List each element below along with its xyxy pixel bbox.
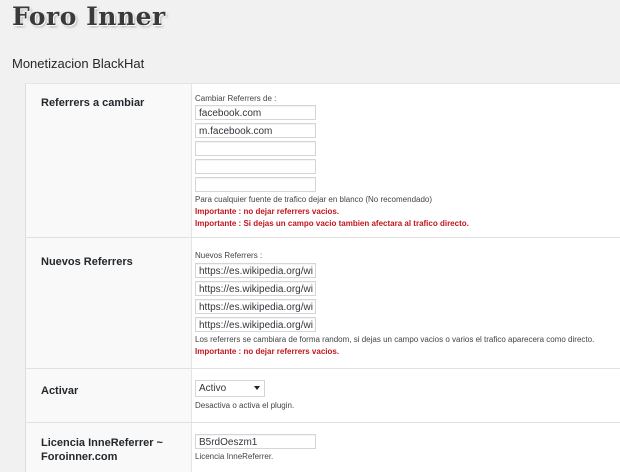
referrer-input-3[interactable] (195, 141, 316, 156)
page-heading: Monetizacion BlackHat (12, 56, 145, 71)
new-referrer-input-1[interactable]: https://es.wikipedia.org/wi (195, 263, 316, 278)
row-label-cell: Nuevos Referrers (26, 238, 192, 368)
row-label-cell: Referrers a cambiar (26, 84, 192, 237)
referrer-input-2[interactable]: m.facebook.com (195, 123, 316, 138)
license-row: Licencia InneReferrer ~ Foroinner.com B5… (26, 423, 620, 472)
row-label-cell: Licencia InneReferrer ~ Foroinner.com (26, 423, 192, 472)
license-label: Licencia InneReferrer ~ Foroinner.com (41, 437, 163, 463)
activate-field-cell: Activo Desactiva o activa el plugin. (195, 369, 620, 422)
activate-select[interactable]: Activo (195, 380, 265, 397)
activate-select-value: Activo (199, 383, 227, 394)
row-label-cell: Activar (26, 369, 192, 422)
new-referrers-row: Nuevos Referrers Nuevos Referrers : http… (26, 238, 620, 369)
referrer-input-5[interactable] (195, 177, 316, 192)
referrers-field-cell: Cambiar Referrers de : facebook.com m.fa… (195, 84, 620, 237)
referrers-row: Referrers a cambiar Cambiar Referrers de… (26, 84, 620, 238)
chevron-down-icon (254, 386, 260, 390)
license-key-input[interactable]: B5rdOeszm1 (195, 434, 316, 449)
activate-help: Desactiva o activa el plugin. (195, 401, 295, 410)
new-referrers-warning: Importante : no dejar referrers vacios. (195, 347, 340, 356)
referrers-warning-direct: Importante : Si dejas un campo vacio tam… (195, 219, 469, 228)
new-referrer-input-4[interactable]: https://es.wikipedia.org/wi (195, 317, 316, 332)
new-referrers-label: Nuevos Referrers (41, 256, 133, 268)
new-referrers-field-cell: Nuevos Referrers : https://es.wikipedia.… (195, 238, 620, 368)
referrers-caption: Cambiar Referrers de : (195, 94, 277, 103)
referrers-label: Referrers a cambiar (41, 97, 145, 109)
new-referrer-input-2[interactable]: https://es.wikipedia.org/wi (195, 281, 316, 296)
license-help: Licencia InneReferrer. (195, 452, 274, 461)
activate-row: Activar Activo Desactiva o activa el plu… (26, 369, 620, 423)
new-referrers-help: Los referrers se cambiara de forma rando… (195, 335, 595, 344)
site-title: Foro Inner (12, 2, 166, 31)
new-referrer-input-3[interactable]: https://es.wikipedia.org/wi (195, 299, 316, 314)
license-field-cell: B5rdOeszm1 Licencia InneReferrer. (195, 423, 620, 472)
referrers-warning-empty: Importante : no dejar referrers vacios. (195, 207, 340, 216)
referrers-help: Para cualquier fuente de trafico dejar e… (195, 195, 433, 204)
activate-label: Activar (41, 385, 79, 397)
referrer-input-1[interactable]: facebook.com (195, 105, 316, 120)
new-referrers-caption: Nuevos Referrers : (195, 251, 263, 260)
referrer-input-4[interactable] (195, 159, 316, 174)
settings-form-table: Referrers a cambiar Cambiar Referrers de… (25, 83, 620, 472)
